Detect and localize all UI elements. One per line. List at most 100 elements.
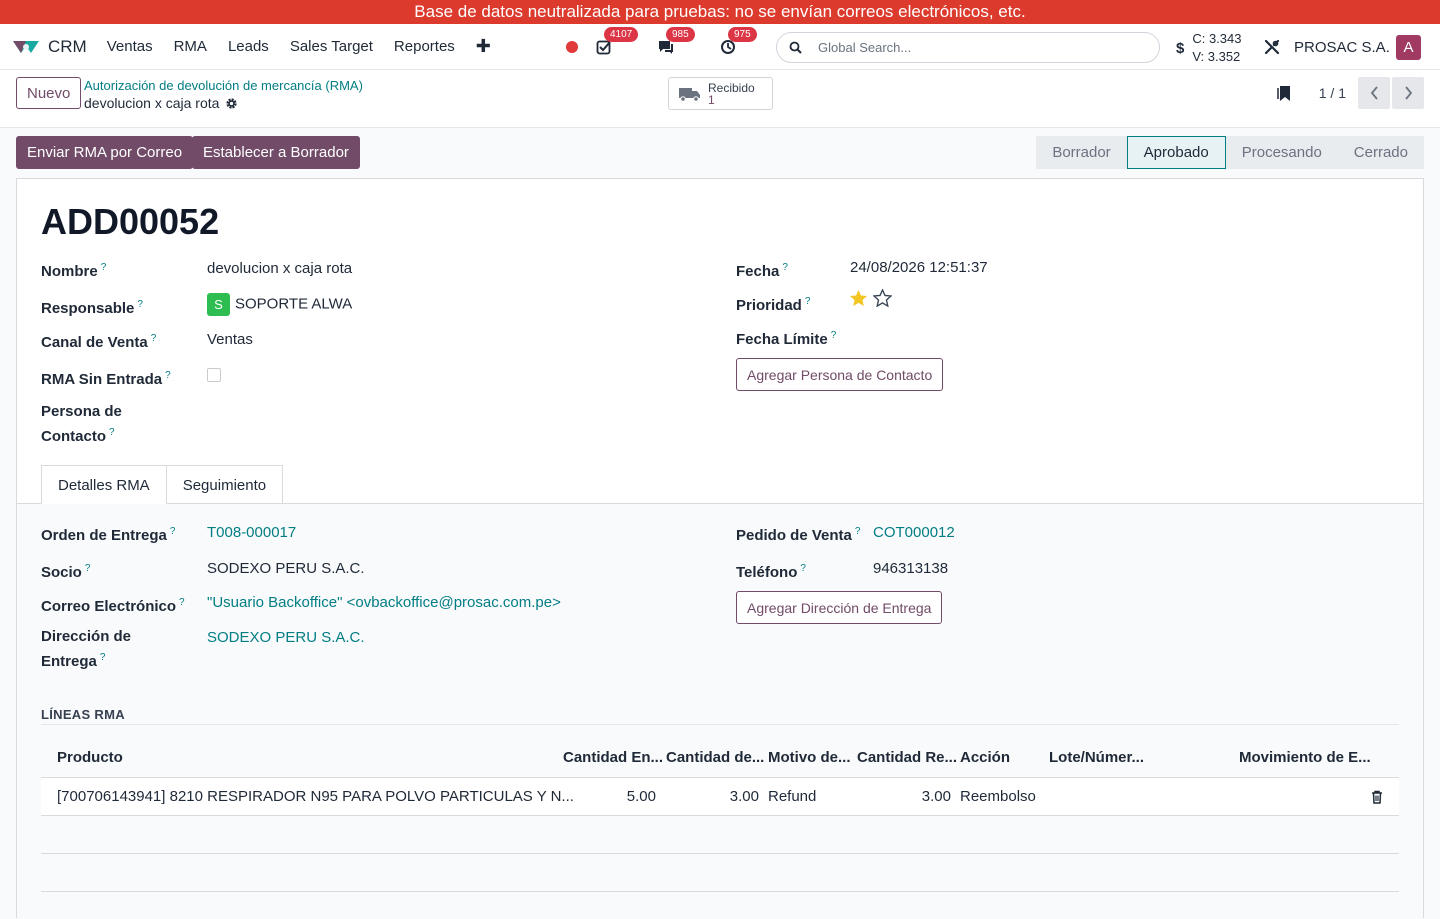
user-avatar[interactable]: A [1396, 35, 1421, 60]
stage-cerrado[interactable]: Cerrado [1337, 136, 1424, 169]
menu-ventas[interactable]: Ventas [107, 38, 153, 55]
timer-clock-icon[interactable]: 975 [718, 27, 757, 57]
dollar-icon: $ [1176, 39, 1185, 57]
col-accion[interactable]: Acción [960, 749, 1010, 766]
field-direccion-entrega[interactable]: SODEXO PERU S.A.C. [207, 629, 365, 646]
col-cantidad-de[interactable]: Cantidad de... [666, 749, 764, 766]
search-icon [789, 41, 802, 54]
col-cantidad-re[interactable]: Cantidad Re... [857, 749, 957, 766]
field-socio[interactable]: SODEXO PERU S.A.C. [207, 560, 365, 577]
rma-sin-entrada-checkbox[interactable] [207, 368, 221, 382]
smart-button-recibido[interactable]: Recibido 1 [668, 77, 773, 110]
star-filled-icon[interactable] [849, 289, 868, 307]
stage-pipeline: Borrador Aprobado Procesando Cerrado [1036, 136, 1424, 169]
test-database-banner: Base de datos neutralizada para pruebas:… [0, 0, 1440, 24]
app-name[interactable]: CRM [48, 37, 87, 57]
help-icon[interactable]: ? [170, 526, 176, 537]
plus-icon[interactable]: ✚ [476, 36, 491, 57]
menu-reportes[interactable]: Reportes [394, 38, 455, 55]
set-draft-button[interactable]: Establecer a Borrador [192, 136, 360, 169]
field-telefono[interactable]: 946313138 [873, 560, 948, 577]
new-button[interactable]: Nuevo [16, 77, 82, 109]
priority-widget[interactable] [849, 288, 893, 311]
pager-previous-button[interactable] [1358, 77, 1390, 109]
stage-borrador[interactable]: Borrador [1036, 136, 1127, 169]
help-icon[interactable]: ? [800, 563, 806, 574]
help-icon[interactable]: ? [109, 427, 115, 438]
company-switcher[interactable]: PROSAC S.A. [1264, 24, 1390, 70]
activities-badge: 4107 [604, 27, 639, 42]
col-movimiento[interactable]: Movimiento de E... [1239, 749, 1371, 766]
field-correo[interactable]: "Usuario Backoffice" <ovbackoffice@prosa… [207, 594, 561, 611]
chevron-right-icon [1404, 86, 1412, 100]
table-row[interactable]: [700706143941] 8210 RESPIRADOR N95 PARA … [41, 778, 1399, 816]
cell-accion[interactable]: Reembolso [960, 788, 1036, 805]
help-icon[interactable]: ? [179, 597, 185, 608]
field-pedido-venta[interactable]: COT000012 [873, 524, 955, 541]
crm-logo-icon[interactable] [12, 36, 40, 58]
trash-icon[interactable] [1371, 790, 1383, 808]
breadcrumb: Autorización de devolución de mercancía … [84, 78, 363, 111]
global-search-box[interactable] [776, 32, 1160, 63]
help-icon[interactable]: ? [137, 299, 143, 310]
pager: 1 / 1 [1277, 77, 1424, 109]
exchange-rate[interactable]: $ C: 3.343 V: 3.352 [1176, 30, 1242, 66]
stage-procesando[interactable]: Procesando [1225, 136, 1338, 169]
cell-motivo[interactable]: Refund [768, 788, 816, 805]
col-cantidad-en[interactable]: Cantidad En... [563, 749, 663, 766]
label-rma-sin-entrada: RMA Sin Entrada? [41, 370, 171, 388]
pager-next-button[interactable] [1392, 77, 1424, 109]
star-empty-icon[interactable] [872, 288, 893, 308]
chevron-left-icon [1370, 86, 1378, 100]
field-responsable[interactable]: S SOPORTE ALWA [207, 293, 352, 316]
tab-detalles-rma[interactable]: Detalles RMA [41, 465, 167, 504]
cell-cantidad-re[interactable]: 3.00 [922, 788, 951, 805]
field-fecha[interactable]: 24/08/2026 12:51:37 [850, 259, 988, 276]
field-nombre[interactable]: devolucion x caja rota [207, 260, 352, 277]
help-icon[interactable]: ? [165, 370, 171, 381]
add-delivery-address-button[interactable]: Agregar Dirección de Entrega [736, 591, 943, 624]
help-icon[interactable]: ? [805, 296, 811, 307]
cell-producto[interactable]: [700706143941] 8210 RESPIRADOR N95 PARA … [57, 788, 574, 805]
col-producto[interactable]: Producto [57, 749, 123, 766]
breadcrumb-parent-link[interactable]: Autorización de devolución de mercancía … [84, 78, 363, 93]
gear-icon[interactable] [225, 97, 238, 110]
cell-cantidad-de[interactable]: 3.00 [730, 788, 759, 805]
help-icon[interactable]: ? [831, 330, 837, 341]
top-navbar: CRM Ventas RMA Leads Sales Target Report… [0, 24, 1440, 70]
help-icon[interactable]: ? [85, 563, 91, 574]
label-socio: Socio? [41, 563, 91, 581]
help-icon[interactable]: ? [101, 262, 107, 273]
send-rma-email-button[interactable]: Enviar RMA por Correo [16, 136, 194, 169]
notebook-tabs: Detalles RMA Seguimiento [41, 465, 284, 504]
record-dot-icon[interactable] [566, 41, 578, 53]
table-header: Producto Cantidad En... Cantidad de... M… [41, 739, 1399, 778]
bookmark-icon[interactable] [1277, 85, 1291, 102]
menu-leads[interactable]: Leads [228, 38, 269, 55]
messages-badge: 985 [666, 27, 695, 42]
help-icon[interactable]: ? [100, 652, 106, 663]
activity-check-icon[interactable]: 4107 [594, 27, 639, 57]
global-search-input[interactable] [818, 40, 1118, 55]
menu-sales-target[interactable]: Sales Target [290, 38, 373, 55]
help-icon[interactable]: ? [782, 262, 788, 273]
menu-rma[interactable]: RMA [174, 38, 207, 55]
pager-count[interactable]: 1 / 1 [1319, 85, 1346, 101]
truck-icon [679, 87, 700, 102]
messages-chat-icon[interactable]: 985 [656, 27, 695, 57]
add-contact-button[interactable]: Agregar Persona de Contacto [736, 358, 944, 391]
cell-cantidad-en[interactable]: 5.00 [627, 788, 656, 805]
label-fecha: Fecha? [736, 262, 788, 280]
help-icon[interactable]: ? [855, 526, 861, 537]
col-motivo[interactable]: Motivo de... [768, 749, 851, 766]
stage-aprobado[interactable]: Aprobado [1126, 136, 1226, 169]
tab-seguimiento[interactable]: Seguimiento [166, 465, 284, 504]
section-divider [41, 724, 1399, 725]
label-orden-entrega: Orden de Entrega? [41, 526, 176, 544]
col-lote[interactable]: Lote/Númer... [1049, 749, 1144, 766]
field-canal[interactable]: Ventas [207, 331, 253, 348]
field-orden-entrega[interactable]: T008-000017 [207, 524, 296, 541]
breadcrumb-current-label: devolucion x caja rota [84, 95, 220, 111]
label-pedido-venta: Pedido de Venta? [736, 526, 861, 544]
help-icon[interactable]: ? [151, 333, 157, 344]
